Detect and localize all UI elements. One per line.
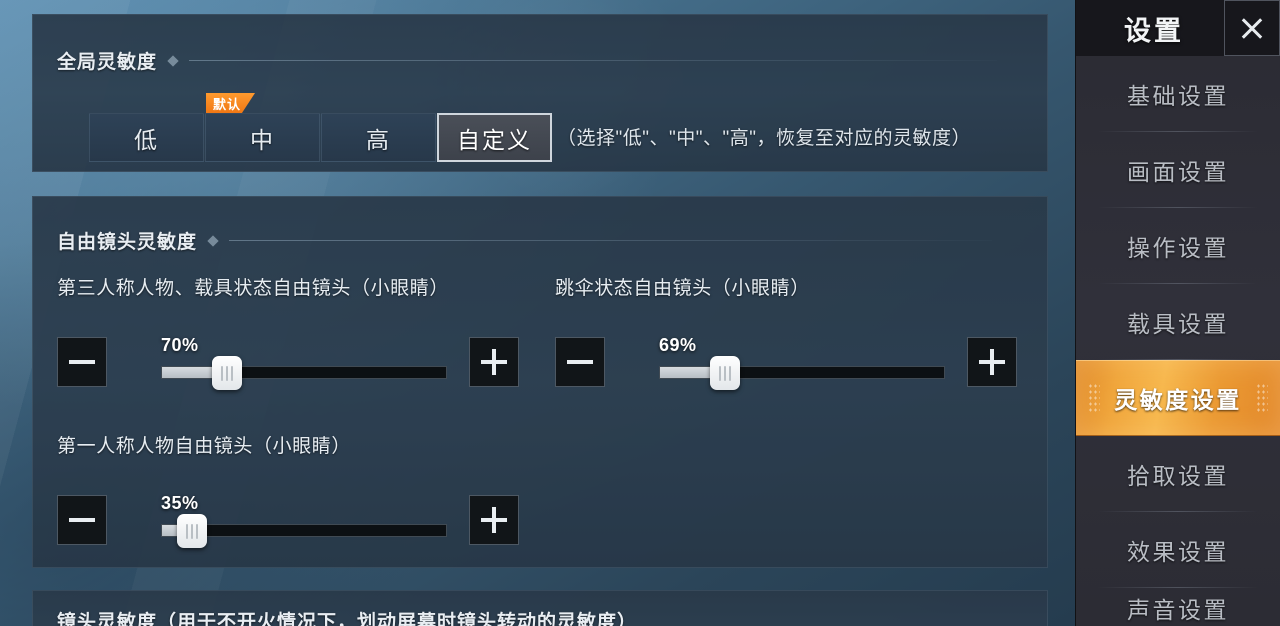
increase-button[interactable] — [469, 337, 519, 387]
header-rule — [189, 60, 997, 61]
free-look-sensitivity-panel: 自由镜头灵敏度 第三人称人物、载具状态自由镜头（小眼睛） 跳伞状态自由镜头（小眼… — [32, 196, 1048, 568]
slider-handle[interactable] — [177, 514, 208, 548]
global-section-header: 全局灵敏度 — [57, 47, 997, 74]
sidebar-item-graphics[interactable]: 画面设置 — [1076, 132, 1280, 208]
header-rule — [229, 240, 992, 241]
decrease-button[interactable] — [555, 337, 605, 387]
slider-track[interactable] — [659, 366, 945, 379]
slider-handle[interactable] — [709, 356, 740, 390]
settings-title: 设置 — [1124, 15, 1184, 46]
preset-button-high[interactable]: 高 — [321, 113, 436, 162]
slider-track-area[interactable]: 35% — [161, 493, 447, 548]
increase-button[interactable] — [967, 337, 1017, 387]
first-person-freelook-value: 35% — [161, 493, 199, 513]
camera-sensitivity-panel: 镜头灵敏度（用于不开火情况下，划动屏幕时镜头转动的灵敏度） — [32, 590, 1048, 626]
sidebar-item-label: 灵敏度设置 — [1114, 387, 1242, 413]
first-person-freelook-slider-group: 35% — [57, 493, 519, 551]
freelook-section-header: 自由镜头灵敏度 — [57, 227, 992, 254]
third-person-freelook-label: 第三人称人物、载具状态自由镜头（小眼睛） — [57, 278, 450, 299]
slider-track-area[interactable]: 69% — [659, 335, 945, 390]
third-person-freelook-slider-group: 70% — [57, 335, 519, 393]
increase-button[interactable] — [469, 495, 519, 545]
dots-decoration-right — [1256, 383, 1268, 413]
global-sensitivity-panel: 全局灵敏度 默认 低 中 高 自定义 （选择"低"、"中"、"高"，恢复至对应的… — [32, 14, 1048, 172]
preset-button-low[interactable]: 低 — [89, 113, 204, 162]
diamond-icon — [207, 234, 219, 247]
sidebar-header: 设置 — [1076, 0, 1280, 56]
parachute-freelook-label: 跳伞状态自由镜头（小眼睛） — [555, 278, 810, 299]
parachute-freelook-slider-group: 69% — [555, 335, 1017, 393]
sidebar-item-pickup[interactable]: 拾取设置 — [1076, 436, 1280, 512]
camera-section-header: 镜头灵敏度（用于不开火情况下，划动屏幕时镜头转动的灵敏度） — [57, 607, 997, 626]
preset-button-custom[interactable]: 自定义 — [437, 113, 552, 162]
sidebar-item-basic[interactable]: 基础设置 — [1076, 56, 1280, 132]
global-hint-text: （选择"低"、"中"、"高"，恢复至对应的灵敏度） — [557, 128, 971, 149]
first-person-freelook-label: 第一人称人物自由镜头（小眼睛） — [57, 436, 352, 457]
preset-button-group: 低 中 高 自定义 — [89, 113, 553, 162]
camera-section-title: 镜头灵敏度（用于不开火情况下，划动屏幕时镜头转动的灵敏度） — [57, 612, 638, 626]
parachute-freelook-value: 69% — [659, 335, 697, 355]
dots-decoration-left — [1088, 383, 1100, 413]
sidebar-item-effects[interactable]: 效果设置 — [1076, 512, 1280, 588]
sidebar-item-sound[interactable]: 声音设置 — [1076, 588, 1280, 626]
slider-track[interactable] — [161, 366, 447, 379]
slider-track-area[interactable]: 70% — [161, 335, 447, 390]
close-icon[interactable] — [1224, 0, 1280, 56]
freelook-section-title: 自由镜头灵敏度 — [57, 232, 198, 253]
sidebar-item-controls[interactable]: 操作设置 — [1076, 208, 1280, 284]
third-person-freelook-value: 70% — [161, 335, 199, 355]
global-section-title: 全局灵敏度 — [57, 52, 158, 73]
default-badge: 默认 — [206, 93, 256, 114]
diamond-icon — [167, 54, 179, 67]
slider-handle[interactable] — [211, 356, 242, 390]
preset-button-medium[interactable]: 中 — [205, 113, 320, 162]
decrease-button[interactable] — [57, 337, 107, 387]
sidebar-item-sensitivity[interactable]: 灵敏度设置 — [1076, 360, 1280, 436]
settings-sidebar: 设置 基础设置 画面设置 操作设置 载具设置 灵敏度设置 拾取设置 效果设置 声… — [1075, 0, 1280, 626]
decrease-button[interactable] — [57, 495, 107, 545]
sidebar-item-vehicle[interactable]: 载具设置 — [1076, 284, 1280, 360]
